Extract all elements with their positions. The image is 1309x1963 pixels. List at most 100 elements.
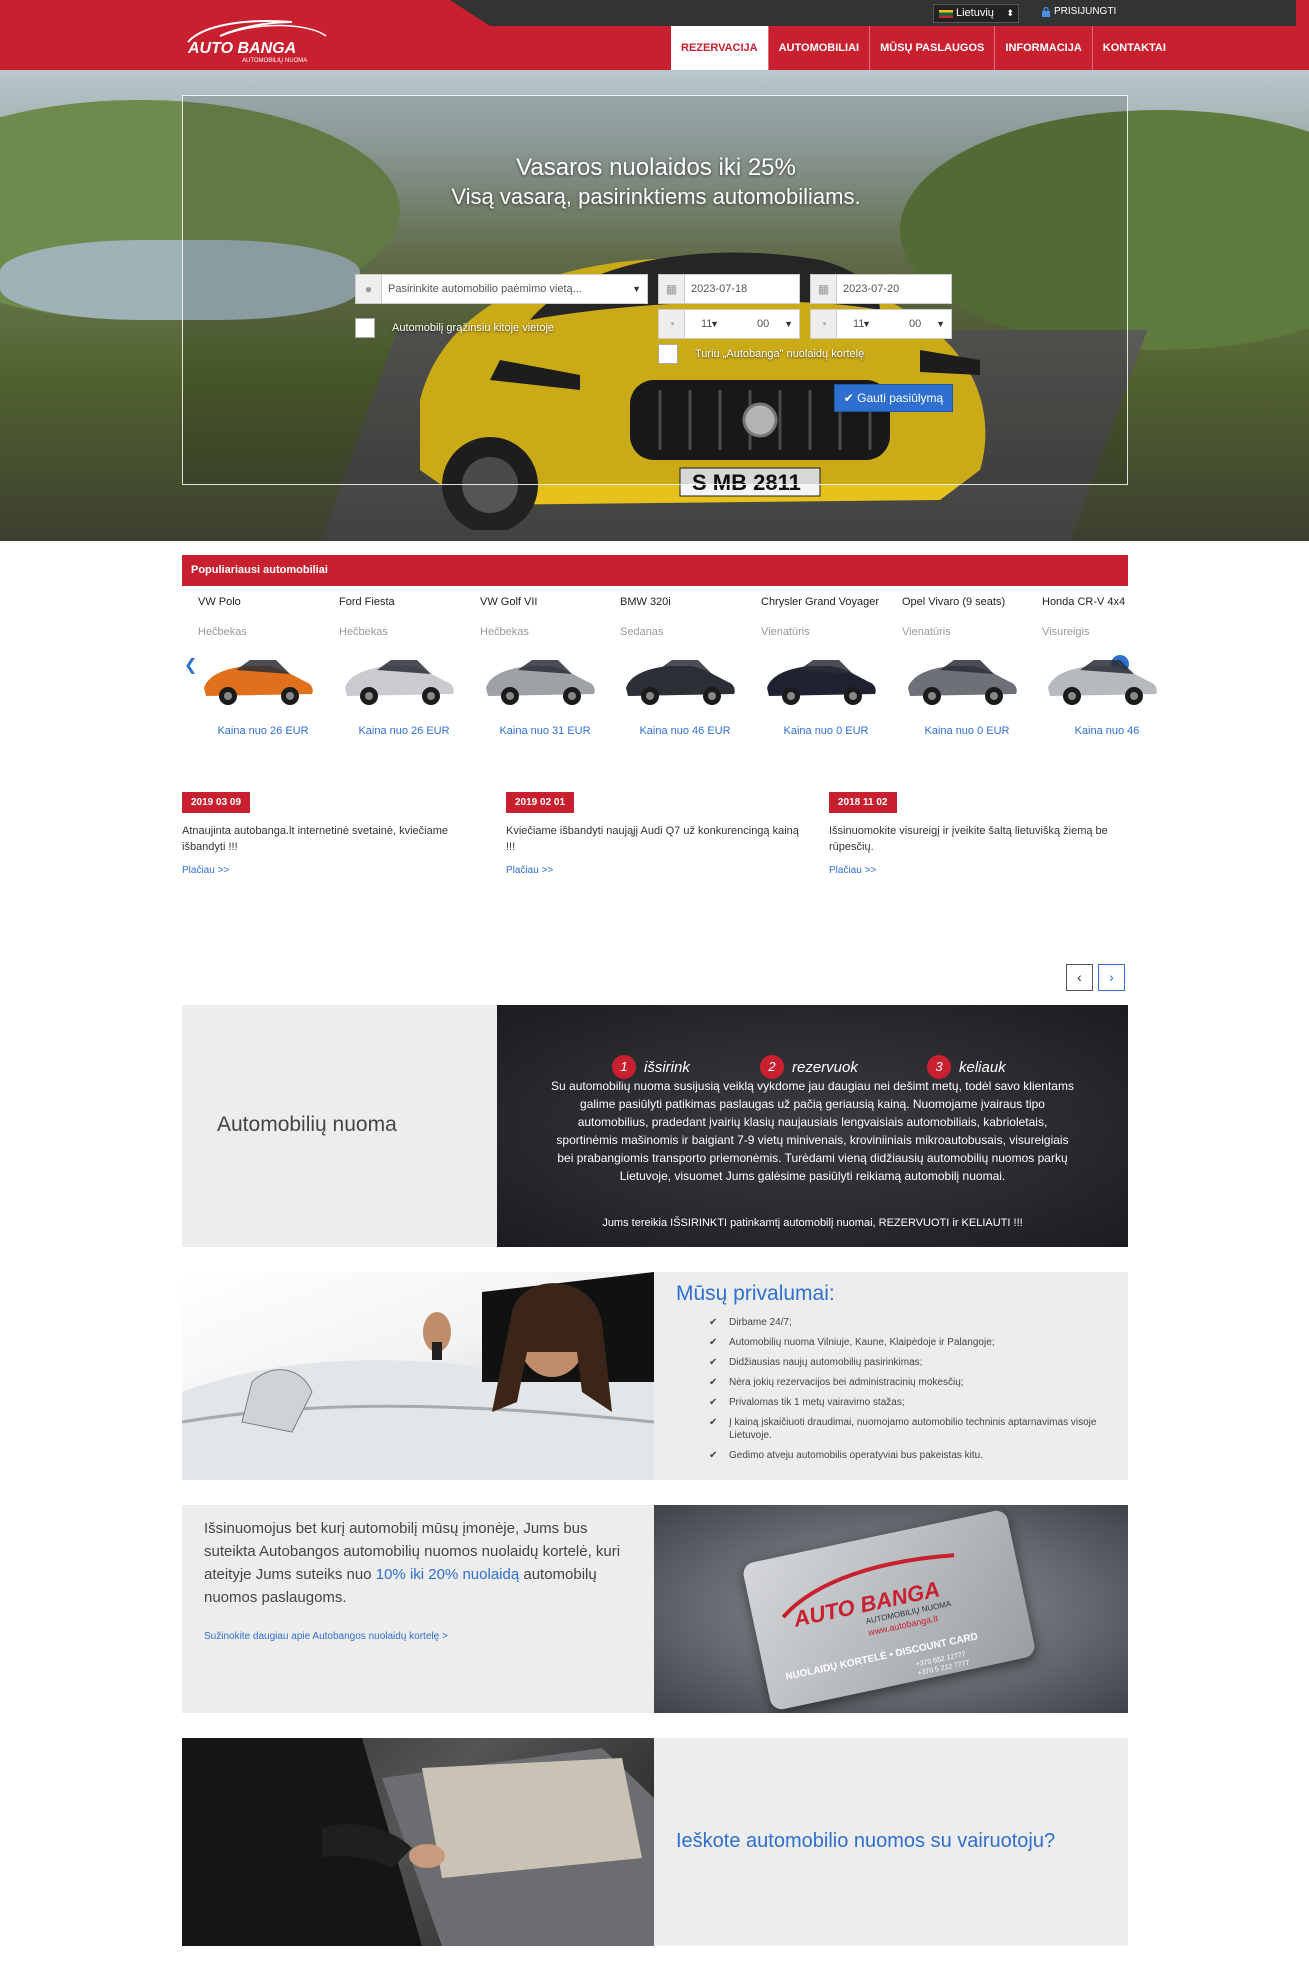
- step-label: išsirink: [644, 1058, 690, 1076]
- car-price[interactable]: Kaina nuo 31 EUR: [480, 725, 610, 737]
- discount-card-checkbox[interactable]: [658, 344, 678, 364]
- pickup-time-field[interactable]: ◔ 11 ▼ 00 ▼: [658, 309, 800, 339]
- about-title: Automobilių nuoma: [217, 1113, 397, 1136]
- car-image[interactable]: [198, 644, 318, 710]
- calendar-icon: ▦: [659, 275, 685, 303]
- discount-card-label: Turiu „Autobanga" nuolaidų kortelę: [695, 348, 865, 360]
- step-reserve: 2 rezervuok: [760, 1055, 858, 1079]
- pickup-location-placeholder: Pasirinkite automobilio paėmimo vietą...: [388, 283, 582, 295]
- discount-card-more-link[interactable]: Sužinokite daugiau apie Autobangos nuola…: [204, 1631, 448, 1642]
- pickup-location-select[interactable]: ● Pasirinkite automobilio paėmimo vietą.…: [355, 274, 648, 304]
- car-card[interactable]: Honda CR-V 4x4 Visureigis Kaina nuo 46: [1042, 594, 1172, 737]
- autobanga-logo[interactable]: AUTO BANGA AUTOMOBILIŲ NUOMA: [182, 16, 332, 64]
- popular-cars-heading: Populiariausi automobiliai: [182, 555, 1128, 586]
- chevron-down-icon: ▼: [862, 319, 871, 329]
- about-text: Su automobilių nuoma susijusią veiklą vy…: [551, 1079, 1074, 1183]
- discount-highlight: 10% iki 20% nuolaidą: [375, 1566, 520, 1583]
- discount-card-graphic: AUTO BANGA AUTOMOBILIŲ NUOMA www.autoban…: [741, 1508, 1037, 1712]
- language-select[interactable]: Lietuvių ⬍: [933, 4, 1019, 23]
- car-name: VW Polo: [198, 596, 241, 608]
- car-type: Vienatūris: [902, 626, 951, 638]
- lithuania-flag-icon: [939, 10, 953, 18]
- car-image[interactable]: [761, 644, 881, 710]
- advantage-item: Dirbame 24/7;: [709, 1316, 1109, 1329]
- car-price[interactable]: Kaina nuo 0 EUR: [902, 725, 1032, 737]
- news-prev-button[interactable]: ‹: [1066, 964, 1093, 991]
- discount-card-panel: Išsinuomojus bet kurį automobilį mūsų įm…: [182, 1505, 654, 1713]
- car-name: Chrysler Grand Voyager: [761, 596, 879, 608]
- car-type: Hečbekas: [339, 626, 388, 638]
- news-text: Kviečiame išbandyti naująjį Audi Q7 už k…: [506, 825, 799, 853]
- car-name: BMW 320i: [620, 596, 671, 608]
- nav-item-services[interactable]: MŪSŲ PASLAUGOS: [869, 26, 994, 70]
- hero-title: Vasaros nuolaidos iki 25%: [516, 154, 796, 181]
- return-minute[interactable]: 00: [909, 310, 921, 338]
- discount-card-image: AUTO BANGA AUTOMOBILIŲ NUOMA www.autoban…: [654, 1505, 1128, 1713]
- pickup-date-field[interactable]: ▦ 2023-07-18: [658, 274, 800, 304]
- nav-item-information[interactable]: INFORMACIJA: [994, 26, 1091, 70]
- hero-subtitle: Visą vasarą, pasirinktiems automobiliams…: [451, 184, 861, 209]
- news-text: Atnaujinta autobanga.lt internetinė svet…: [182, 825, 449, 853]
- return-date-field[interactable]: ▦ 2023-07-20: [810, 274, 952, 304]
- return-elsewhere-checkbox[interactable]: [355, 318, 375, 338]
- pickup-minute[interactable]: 00: [757, 310, 769, 338]
- news-text: Išsinuomokite visureigį ir įveikite šalt…: [829, 825, 1108, 853]
- news-more-link[interactable]: Plačiau >>: [182, 865, 482, 876]
- carousel-prev-icon[interactable]: ❮: [184, 655, 197, 675]
- car-image[interactable]: [620, 644, 740, 710]
- clock-icon: ◔: [811, 310, 837, 338]
- car-image[interactable]: [480, 644, 600, 710]
- nav-item-reservation[interactable]: REZERVACIJA: [671, 26, 768, 70]
- advantages-list: Dirbame 24/7; Automobilių nuoma Vilniuje…: [709, 1316, 1109, 1469]
- nav-item-contacts[interactable]: KONTAKTAI: [1091, 26, 1176, 70]
- car-name: Ford Fiesta: [339, 596, 395, 608]
- car-price[interactable]: Kaina nuo 46: [1042, 725, 1172, 737]
- car-image[interactable]: [1042, 644, 1162, 710]
- news-next-button[interactable]: ›: [1098, 964, 1125, 991]
- car-name: Honda CR-V 4x4: [1042, 596, 1126, 608]
- get-offer-label: Gauti pasiūlymą: [857, 391, 944, 405]
- chevron-down-icon: ▼: [784, 319, 793, 329]
- card-face: AUTO BANGA AUTOMOBILIŲ NUOMA www.autoban…: [781, 1553, 979, 1683]
- get-offer-button[interactable]: ✔ Gauti pasiūlymą: [834, 384, 953, 412]
- news-more-link[interactable]: Plačiau >>: [506, 865, 806, 876]
- car-price[interactable]: Kaina nuo 0 EUR: [761, 725, 891, 737]
- calendar-icon: ▦: [811, 275, 837, 303]
- car-card[interactable]: VW Golf VII Hečbekas Kaina nuo 31 EUR: [480, 594, 610, 737]
- pickup-date-value: 2023-07-18: [691, 283, 748, 295]
- chevron-down-icon: ▼: [632, 284, 641, 294]
- news-date: 2019 02 01: [506, 792, 575, 813]
- car-card[interactable]: VW Polo Hečbekas Kaina nuo 26 EUR: [198, 594, 328, 737]
- car-card[interactable]: BMW 320i Sedanas Kaina nuo 46 EUR: [620, 594, 750, 737]
- car-card[interactable]: Chrysler Grand Voyager Vienatūris Kaina nu…: [761, 594, 891, 737]
- car-price[interactable]: Kaina nuo 46 EUR: [620, 725, 750, 737]
- chauffeur-title[interactable]: Ieškote automobilio nuomos su vairuotoju…: [676, 1830, 1055, 1853]
- advantage-item: Į kainą įskaičiuoti draudimai, nuomojamo…: [709, 1416, 1109, 1442]
- news-item: 2019 02 01 Kviečiame išbandyti naująjį A…: [506, 792, 806, 876]
- car-image[interactable]: [902, 644, 1022, 710]
- car-card[interactable]: Ford Fiesta Hečbekas Kaina nuo 26 EUR: [339, 594, 469, 737]
- logo-subtext: AUTOMOBILIŲ NUOMA: [242, 58, 307, 64]
- car-type: Visureigis: [1042, 626, 1090, 638]
- chevron-down-icon: ▼: [936, 319, 945, 329]
- return-time-field[interactable]: ◔ 11 ▼ 00 ▼: [810, 309, 952, 339]
- about-tagline: Jums tereikia IŠSIRINKTI patinkamtį auto…: [602, 1217, 1023, 1229]
- news-more-link[interactable]: Plačiau >>: [829, 865, 1129, 876]
- car-image[interactable]: [339, 644, 459, 710]
- advantage-item: Gedimo atveju automobilis operatyviai bu…: [709, 1449, 1109, 1462]
- login-label: PRISIJUNGTI: [1054, 6, 1117, 17]
- car-card[interactable]: Opel Vivaro (9 seats) Vienatūris Kaina nuo…: [902, 594, 1032, 737]
- clock-icon: ◔: [659, 310, 685, 338]
- nav-item-cars[interactable]: AUTOMOBILIAI: [767, 26, 869, 70]
- step-label: keliauk: [959, 1058, 1006, 1076]
- car-price[interactable]: Kaina nuo 26 EUR: [198, 725, 328, 737]
- news-item: 2018 11 02 Išsinuomokite visureigį ir įv…: [829, 792, 1129, 876]
- woman-car-illustration: [182, 1272, 654, 1480]
- about-text-panel: 1 išsirink 2 rezervuok 3 keliauk Su automob…: [497, 1005, 1128, 1247]
- login-link[interactable]: PRISIJUNGTI: [1042, 6, 1116, 17]
- car-price[interactable]: Kaina nuo 26 EUR: [339, 725, 469, 737]
- step-number: 1: [612, 1055, 636, 1079]
- advantages-title: Mūsų privalumai:: [676, 1282, 835, 1305]
- hero-banner: S MB 2811 Vasaros nuolaidos iki 25% Visą…: [0, 70, 1309, 541]
- logo-text: AUTO BANGA: [187, 40, 296, 57]
